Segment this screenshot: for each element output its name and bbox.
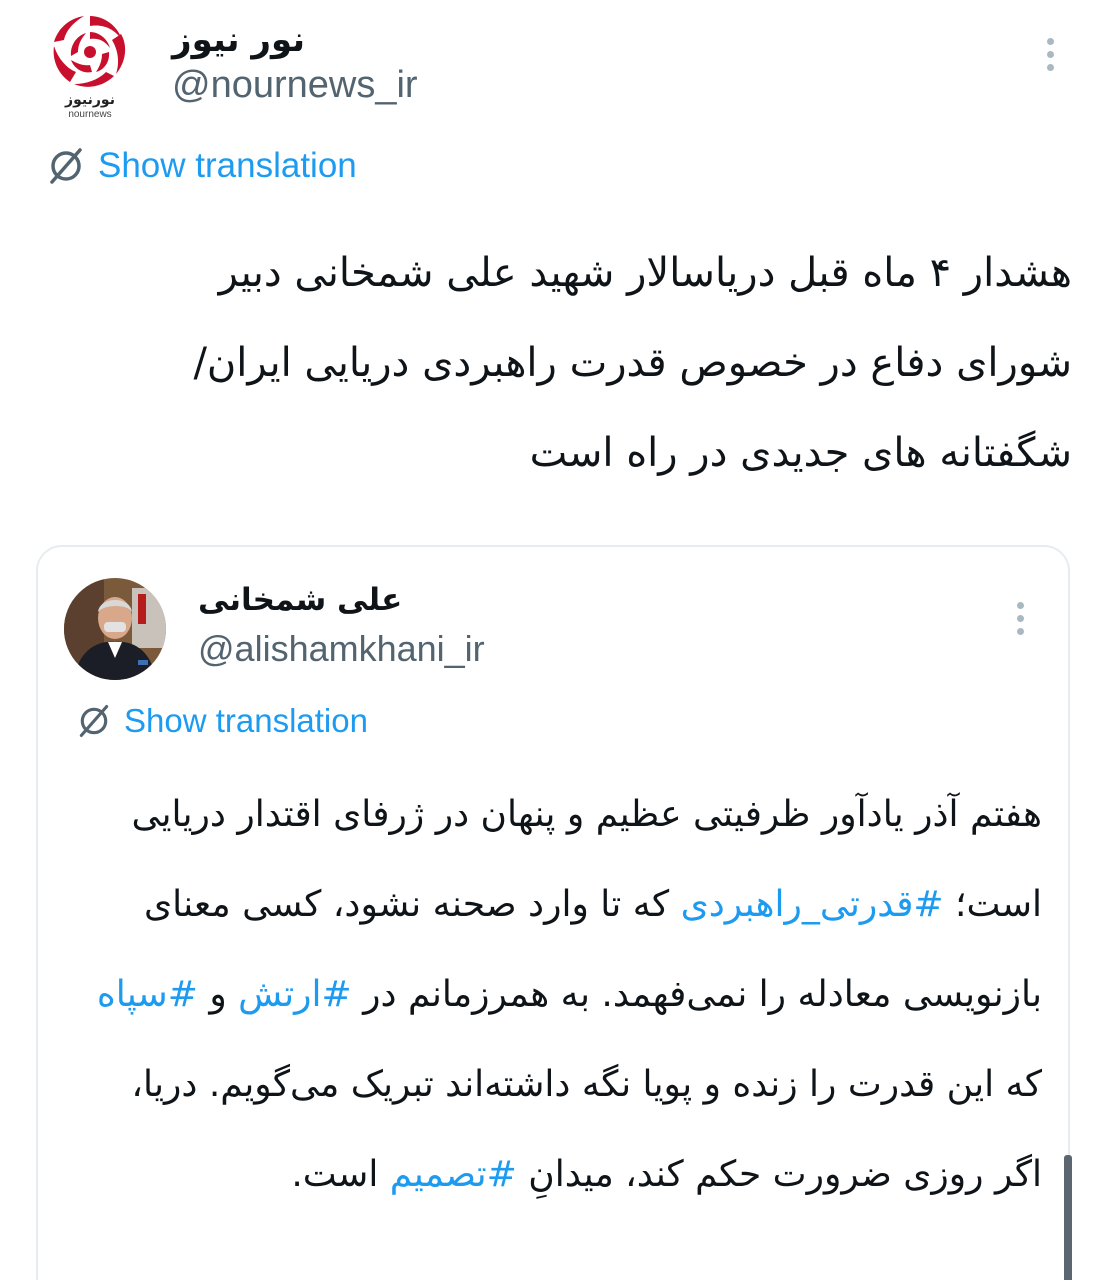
translate-icon — [50, 148, 82, 184]
nournews-logo-avatar[interactable]: نورنیوز nournews — [40, 10, 140, 120]
scrollbar-thumb[interactable] — [1064, 1155, 1072, 1280]
more-dot — [1016, 615, 1024, 622]
quoted-show-translation-button[interactable]: Show translation — [76, 702, 368, 740]
hashtag-link[interactable]: #ارتش — [238, 974, 351, 1015]
tweet-body-text: هشدار ۴ ماه قبل دریاسالار شهید علی شمخان… — [193, 250, 1072, 476]
quoted-more-options-button[interactable] — [1008, 602, 1032, 635]
profile-photo-icon — [64, 578, 166, 680]
more-dot — [1046, 38, 1054, 45]
show-translation-label: Show translation — [124, 702, 368, 739]
tweet-page: نورنیوز nournews نور نیوز @nournews_ir S… — [0, 0, 1104, 1280]
more-options-button[interactable] — [1038, 38, 1062, 71]
quoted-tweet-text: هفتم آذر یادآور ظرفیتی عظیم و پنهان در ژ… — [90, 770, 1042, 1220]
more-dot — [1046, 51, 1054, 58]
text-segment: است. — [291, 1154, 390, 1195]
translate-icon — [79, 705, 109, 737]
hashtag-link[interactable]: #تصمیم — [390, 1154, 517, 1195]
more-dot — [1046, 64, 1054, 71]
quoted-author-avatar[interactable] — [64, 578, 166, 680]
show-translation-button[interactable]: Show translation — [46, 146, 357, 186]
hashtag-link[interactable]: #سپاه — [97, 974, 198, 1015]
text-segment: و — [197, 974, 239, 1015]
more-dot — [1016, 602, 1024, 609]
quoted-author-handle[interactable]: @alishamkhani_ir — [198, 628, 485, 670]
quoted-author-name[interactable]: علی شمخانی — [198, 582, 402, 618]
show-translation-label: Show translation — [98, 146, 357, 185]
logo-text: نورنیوز — [64, 92, 115, 108]
author-display-name[interactable]: نور نیوز — [172, 20, 305, 60]
text-segment: که این قدرت را زنده و پویا نگه داشته‌اند… — [131, 1064, 1042, 1195]
hashtag-link[interactable]: #قدرتی_راهبردی — [681, 884, 944, 925]
nournews-logo-icon: نورنیوز nournews — [53, 16, 126, 120]
author-handle[interactable]: @nournews_ir — [172, 64, 418, 107]
more-dot — [1016, 628, 1024, 635]
logo-subtext: nournews — [68, 109, 111, 120]
